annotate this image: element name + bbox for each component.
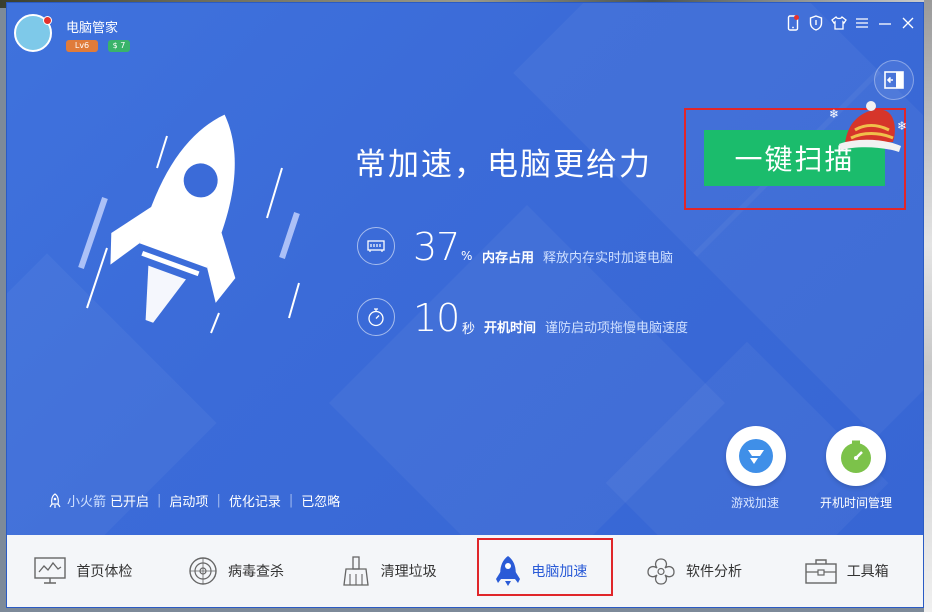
separator: | — [288, 493, 294, 508]
nav-toolbox[interactable]: 工具箱 — [770, 535, 923, 607]
speedup-nav-highlight-box — [477, 538, 613, 596]
nav-label: 工具箱 — [846, 564, 889, 580]
close-icon[interactable] — [899, 13, 917, 33]
nav-virus-scan[interactable]: 病毒查杀 — [160, 535, 313, 607]
rocket-state-toggle[interactable]: 已开启 — [110, 491, 149, 510]
broom-icon — [342, 556, 369, 586]
vip-badge[interactable]: $ 7 — [108, 40, 130, 52]
pc-manager-window: 电脑管家 Lv6 $ 7 常加速，电脑更给力 一键扫描 ❄ ❄ 37 % 内存占… — [6, 2, 924, 608]
boot-time-desc: 谨防启动项拖慢电脑速度 — [545, 321, 689, 336]
boot-time-label: 开机时间 — [484, 321, 537, 336]
skin-icon[interactable] — [830, 13, 848, 33]
memory-chip-icon — [357, 227, 395, 265]
separator: | — [157, 493, 162, 508]
memory-usage-unit: % — [461, 249, 473, 263]
game-boost-label[interactable]: 游戏加速 — [731, 494, 779, 511]
rocket-status-bar: 小火箭 已开启 | 启动项 | 优化记录 | 已忽略 — [47, 491, 340, 510]
memory-usage-desc: 释放内存实时加速电脑 — [543, 251, 674, 266]
small-rocket-icon — [49, 492, 61, 508]
memory-usage-value: 37 — [413, 225, 460, 269]
optimize-history-link[interactable]: 优化记录 — [229, 491, 281, 510]
nav-label: 软件分析 — [686, 564, 743, 580]
shield-icon[interactable] — [807, 13, 825, 33]
game-boost-button[interactable] — [726, 426, 786, 486]
speedup-hero-panel: 电脑管家 Lv6 $ 7 常加速，电脑更给力 一键扫描 ❄ ❄ 37 % 内存占… — [7, 3, 923, 535]
speedup-headline: 常加速，电脑更给力 — [355, 147, 652, 183]
nav-software-analysis[interactable]: 软件分析 — [618, 535, 771, 607]
stopwatch-icon — [357, 298, 395, 336]
svg-text:❄: ❄ — [897, 119, 907, 133]
game-boost-icon — [739, 439, 773, 473]
radar-icon — [189, 557, 217, 585]
nav-label: 首页体检 — [76, 564, 133, 580]
notification-dot — [43, 16, 52, 25]
sidebar-toggle-button[interactable] — [874, 60, 914, 100]
desktop-background-right — [924, 0, 932, 612]
svg-text:❄: ❄ — [829, 107, 839, 121]
ignored-link[interactable]: 已忽略 — [301, 491, 340, 510]
toolbox-icon — [804, 559, 837, 584]
app-title: 电脑管家 — [66, 21, 119, 36]
christmas-hat-icon: ❄ ❄ — [829, 101, 907, 152]
rocket-name: 小火箭 — [67, 495, 107, 510]
boot-time-manage-label[interactable]: 开机时间管理 — [820, 494, 892, 511]
monitor-icon — [34, 557, 67, 584]
sidebar-collapse-icon — [884, 71, 904, 89]
level-badge[interactable]: Lv6 — [66, 40, 98, 52]
bottom-navigation: 首页体检 病毒查杀 清理垃圾 电脑加速 软件分析 工具箱 — [7, 535, 923, 607]
memory-usage-label: 内存占用 — [482, 251, 535, 266]
boot-time-manage-button[interactable] — [826, 426, 886, 486]
boot-time-icon — [841, 440, 871, 473]
minimize-icon[interactable] — [876, 13, 894, 33]
boot-time-unit: 秒 — [462, 322, 476, 337]
nav-clean-junk[interactable]: 清理垃圾 — [312, 535, 465, 607]
menu-icon[interactable] — [853, 13, 871, 33]
nav-label: 清理垃圾 — [380, 564, 437, 580]
boot-time-value: 10 — [413, 296, 460, 340]
software-icon — [647, 558, 675, 585]
rocket-illustration — [78, 114, 300, 334]
phone-icon[interactable] — [784, 13, 802, 33]
startup-items-link[interactable]: 启动项 — [169, 491, 208, 510]
nav-home-checkup[interactable]: 首页体检 — [7, 535, 160, 607]
nav-label: 病毒查杀 — [228, 564, 284, 580]
separator: | — [216, 493, 221, 508]
window-controls — [784, 13, 917, 33]
